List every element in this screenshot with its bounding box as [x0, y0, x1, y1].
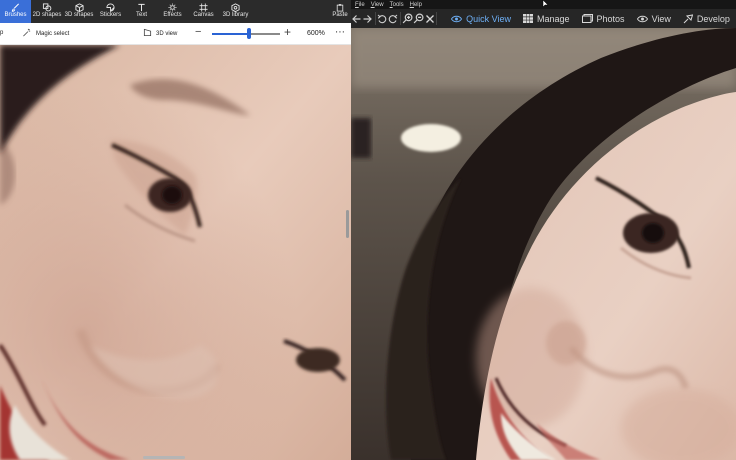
zoomed-face-image — [0, 45, 351, 460]
tool-label: Effects — [163, 12, 182, 18]
forward-button[interactable] — [362, 9, 373, 28]
paint-ribbon: Brushes 2D shapes 3D shapes Stickers Tex… — [0, 0, 351, 23]
zoom-in-button[interactable] — [402, 9, 413, 28]
rotate-right-icon — [388, 14, 398, 23]
paint-canvas[interactable] — [0, 45, 351, 460]
tab-manage[interactable]: Manage — [517, 9, 576, 28]
eye-icon — [451, 15, 463, 22]
menu-view-rest: iew — [374, 1, 384, 8]
tool-stickers[interactable]: Stickers — [95, 0, 126, 23]
toolbar-divider — [399, 12, 401, 25]
photo-viewer-window: File View Tools Help Quick View Manage P… — [351, 0, 736, 460]
tab-view[interactable]: View — [631, 9, 677, 28]
tool-2d-shapes[interactable]: 2D shapes — [31, 0, 63, 23]
tool-label: 2D shapes — [32, 12, 62, 18]
library-icon — [231, 2, 240, 12]
menu-tools[interactable]: Tools — [390, 2, 404, 8]
menu-file[interactable]: File — [355, 2, 365, 8]
view-3d-icon — [143, 28, 152, 39]
magic-select-button[interactable]: Magic select — [22, 28, 69, 39]
mouse-cursor-icon — [542, 0, 549, 8]
face-photo-image — [351, 28, 736, 460]
forward-arrow-icon — [363, 14, 373, 23]
tab-label: View — [651, 13, 671, 24]
menu-view[interactable]: View — [371, 2, 384, 8]
rotate-left-icon — [377, 14, 387, 23]
toolbar-divider — [436, 12, 438, 25]
close-button[interactable] — [424, 9, 435, 28]
shapes-2d-icon — [42, 2, 52, 12]
rotate-left-button[interactable] — [376, 9, 387, 28]
viewer-toolbar: Quick View Manage Photos View Develop — [351, 9, 736, 28]
tab-label: Quick View — [466, 13, 511, 24]
tool-label: 3D library — [222, 12, 249, 18]
paste-label: Paste — [332, 12, 348, 18]
zoom-slider-fill — [212, 33, 250, 35]
zoom-slider-thumb[interactable] — [247, 28, 252, 39]
tab-label: Develop — [696, 13, 730, 24]
back-button[interactable] — [351, 9, 362, 28]
photos-icon — [581, 14, 593, 23]
paint-window: Brushes 2D shapes 3D shapes Stickers Tex… — [0, 0, 351, 460]
more-options-button[interactable]: ⋯ — [335, 27, 345, 38]
paint-toolbar: p Magic select 3D view − + 600% ⋯ — [0, 23, 351, 45]
horizontal-scrollbar[interactable] — [143, 456, 185, 459]
zoom-out-icon — [413, 13, 424, 24]
tool-3d-library[interactable]: 3D library — [219, 0, 252, 23]
text-icon — [137, 2, 146, 12]
eye-icon — [636, 15, 648, 22]
tool-label: Stickers — [99, 12, 122, 18]
close-icon — [425, 14, 434, 23]
brush-icon — [11, 2, 20, 12]
menu-file-rest: ile — [358, 1, 365, 8]
tool-3d-shapes[interactable]: 3D shapes — [63, 0, 95, 23]
grid-icon — [523, 14, 533, 23]
tool-label: Text — [135, 12, 147, 18]
zoom-out-button[interactable]: − — [195, 26, 201, 38]
tool-text[interactable]: Text — [126, 0, 157, 23]
tool-label: Brushes — [4, 12, 27, 18]
zoom-in-icon — [402, 13, 413, 24]
tab-photos[interactable]: Photos — [576, 9, 631, 28]
toolbar-divider — [374, 12, 376, 25]
magic-select-label: Magic select — [36, 30, 70, 37]
photo-display[interactable] — [351, 28, 736, 460]
crop-label: p — [0, 30, 4, 36]
paste-button[interactable]: Paste — [329, 0, 351, 23]
tool-effects[interactable]: Effects — [157, 0, 188, 23]
tab-label: Manage — [537, 13, 570, 24]
tab-quick-view[interactable]: Quick View — [445, 9, 517, 28]
back-arrow-icon — [352, 14, 361, 23]
tab-label: Photos — [596, 13, 625, 24]
menu-help[interactable]: Help — [410, 2, 422, 8]
menu-help-rest: elp — [413, 1, 422, 8]
magic-select-icon — [22, 28, 32, 39]
zoom-level[interactable]: 600% — [307, 30, 325, 37]
develop-icon — [683, 13, 693, 23]
vertical-scrollbar[interactable] — [346, 210, 349, 238]
crop-button[interactable]: p — [0, 30, 3, 36]
zoom-out-button[interactable] — [413, 9, 424, 28]
tool-brushes[interactable]: Brushes — [0, 0, 31, 23]
rotate-right-button[interactable] — [388, 9, 399, 28]
effects-icon — [168, 2, 177, 12]
cube-icon — [74, 2, 84, 12]
zoom-in-button[interactable]: + — [284, 25, 291, 39]
tab-develop[interactable]: Develop — [677, 9, 736, 28]
sticker-icon — [106, 2, 115, 12]
tool-label: Canvas — [193, 12, 214, 18]
tool-canvas[interactable]: Canvas — [188, 0, 219, 23]
tool-label: 3D shapes — [64, 12, 94, 18]
canvas-icon — [199, 2, 208, 12]
view-3d-toggle[interactable]: 3D view — [143, 28, 177, 39]
clipboard-icon — [336, 2, 344, 12]
view-3d-label: 3D view — [156, 30, 178, 37]
menu-tools-rest: ools — [392, 1, 404, 8]
